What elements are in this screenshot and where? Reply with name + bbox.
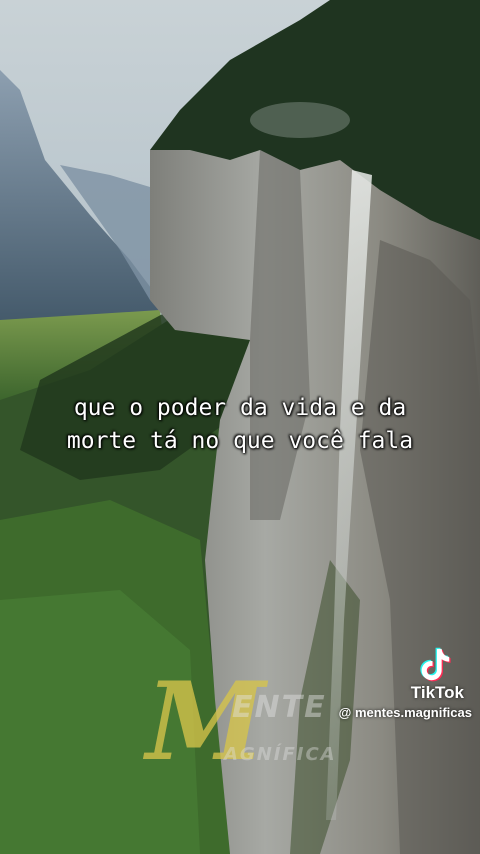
caption-line-2: morte tá no que você fala	[66, 428, 414, 454]
tiktok-brand-label: TikTok	[410, 683, 464, 702]
tiktok-username: @ mentes.magnificas	[338, 705, 472, 720]
mente-magnifica-watermark-logo: M ENTE AGNÍFICA	[140, 662, 340, 782]
watermark-word-top: ENTE	[232, 690, 327, 725]
video-frame[interactable]: que o poder da vida e da morte tá no que…	[0, 0, 480, 854]
tiktok-logo-icon	[420, 647, 451, 682]
caption-line-1: que o poder da vida e da	[73, 395, 407, 421]
watermark-word-bottom: AGNÍFICA	[224, 744, 337, 765]
video-caption: que o poder da vida e da morte tá no que…	[0, 392, 480, 458]
